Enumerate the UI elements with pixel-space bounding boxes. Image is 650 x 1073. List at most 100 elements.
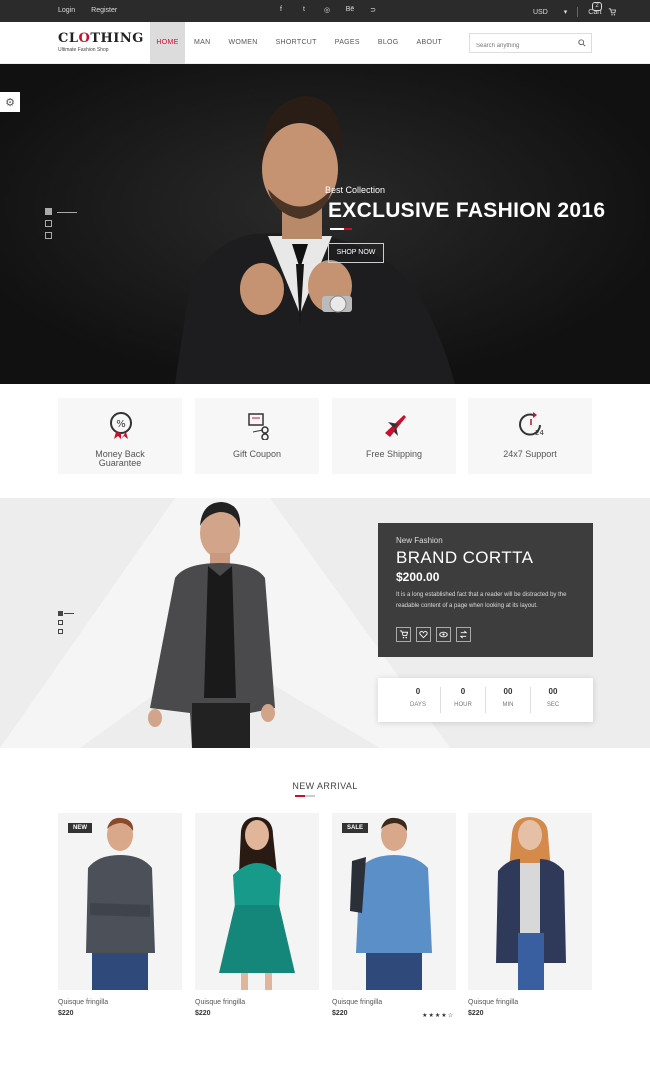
logo-tagline: Ultimate Fashion Shop [58,47,109,53]
eye-icon [439,631,448,638]
register-link[interactable]: Register [91,7,117,14]
feature-slide-indicators [58,611,63,634]
slide-indicator-line [57,212,77,213]
product-description: It is a long established fact that a rea… [396,592,567,609]
slide-dot[interactable] [45,232,52,239]
product-photo [219,817,295,990]
product-name[interactable]: Quisque fringilla [195,999,319,1006]
product-name[interactable]: Quisque fringilla [468,999,592,1006]
slide-dot[interactable] [45,220,52,227]
hero-model-image [0,64,650,384]
nav-item-women[interactable]: WOMEN [219,22,266,64]
service-label: 24x7 Support [503,449,557,459]
nav-item-shortcut[interactable]: SHORTCUT [267,22,326,64]
shop-now-button[interactable]: SHOP NOW [328,243,384,263]
chevron-down-icon[interactable]: ▾ [564,8,568,16]
product-name[interactable]: Quisque fringilla [332,999,456,1006]
nav-item-about[interactable]: ABOUT [408,22,452,64]
service-label: Free Shipping [365,449,423,459]
facebook-icon[interactable]: f [276,6,286,14]
slide-dot[interactable] [45,208,52,215]
product-image[interactable]: SALE [332,813,456,990]
rss-icon[interactable]: ⊃ [368,6,378,14]
search-box [469,33,592,55]
product-photo [496,817,566,990]
slide-dot[interactable] [58,611,63,616]
countdown-minutes: 00 MIN [486,687,531,713]
countdown-unit: HOUR [454,702,472,708]
product-name[interactable]: Quisque fringilla [58,999,182,1006]
social-links: f t ◎ Bē ⊃ [276,6,378,14]
countdown-hours: 0 HOUR [441,687,486,713]
compare-button[interactable] [456,627,471,642]
slide-indicator-line [64,613,74,614]
nav-item-blog[interactable]: BLOG [369,22,408,64]
product-badge-new: NEW [68,823,92,833]
quick-view-button[interactable] [436,627,451,642]
countdown-value: 00 [548,687,558,696]
product-badge-sale: SALE [342,823,369,833]
slide-dot[interactable] [58,629,63,634]
compare-icon [459,630,468,639]
search-input[interactable] [470,37,570,55]
add-to-cart-button[interactable] [396,627,411,642]
service-label: Money Back Guarantee [95,449,145,468]
countdown-value: 0 [460,687,466,696]
countdown-timer: 0 DAYS 0 HOUR 00 MIN 00 SEC [378,678,593,722]
product-card[interactable]: NEW Quisque fringilla $220 [58,813,182,1017]
product-card[interactable]: SALE Quisque fringilla $220 ★★★★☆ [332,813,456,1019]
product-card[interactable]: Quisque fringilla $220 [468,813,592,1017]
service-gift-coupon: Gift Coupon [195,398,319,474]
product-price: $220 [58,1010,74,1017]
nav-item-man[interactable]: MAN [185,22,219,64]
search-icon[interactable] [578,39,586,47]
slide-dot[interactable] [58,620,63,625]
logo[interactable]: CLOTHING Ultimate Fashion Shop [58,31,144,53]
product-price: $200.00 [396,570,440,584]
section-divider-accent [295,795,305,797]
currency-select[interactable]: USD [533,9,548,16]
product-card[interactable]: Quisque fringilla $220 [195,813,319,1017]
main-menu: HOME MAN WOMEN SHORTCUT PAGES BLOG ABOUT [150,22,451,64]
behance-icon[interactable]: Bē [345,6,355,14]
product-title: BRAND CORTTA [396,548,534,567]
hero-divider [330,228,352,230]
product-image[interactable]: NEW [58,813,182,990]
hero-slide-indicators [45,208,52,239]
cart-count-badge: 2 [592,2,602,11]
product-photo [350,817,432,990]
nav-item-home[interactable]: HOME [150,22,185,64]
wishlist-button[interactable] [416,627,431,642]
account-links: Login Register [58,7,117,14]
main-navbar: CLOTHING Ultimate Fashion Shop HOME MAN … [0,22,650,64]
section-title: NEW ARRIVAL [292,781,358,791]
svg-text:24: 24 [535,429,544,437]
featured-model-image [148,502,275,748]
gear-icon[interactable]: ⚙ [0,92,20,112]
product-image[interactable] [468,813,592,990]
product-image[interactable] [195,813,319,990]
support-clock-icon: 24 [519,412,544,437]
featured-product-card: New Fashion BRAND CORTTA $200.00 It is a… [378,523,593,657]
dribbble-icon[interactable]: ◎ [322,6,332,14]
money-back-icon: % [110,412,132,439]
hero-slider: Best Collection EXCLUSIVE FASHION 2016 S… [0,64,650,384]
top-bar: Login Register f t ◎ Bē ⊃ USD ▾ Cart 2 [0,0,650,22]
logo-text-accent: O [78,31,91,46]
product-actions [396,627,471,642]
service-free-shipping: Free Shipping [332,398,456,474]
cart-icon[interactable] [608,8,616,16]
nav-item-pages[interactable]: PAGES [326,22,369,64]
countdown-seconds: 00 SEC [531,687,575,713]
hero-divider-accent [344,228,352,230]
countdown-unit: DAYS [410,702,426,708]
cart-icon [399,630,408,639]
countdown-value: 0 [415,687,421,696]
logo-wordmark: CLOTHING [58,31,144,46]
twitter-icon[interactable]: t [299,6,309,14]
product-price: $220 [468,1010,484,1017]
product-photo [86,817,155,990]
logo-text-part: THING [90,31,144,46]
login-link[interactable]: Login [58,7,75,14]
service-label: Gift Coupon [232,449,282,459]
